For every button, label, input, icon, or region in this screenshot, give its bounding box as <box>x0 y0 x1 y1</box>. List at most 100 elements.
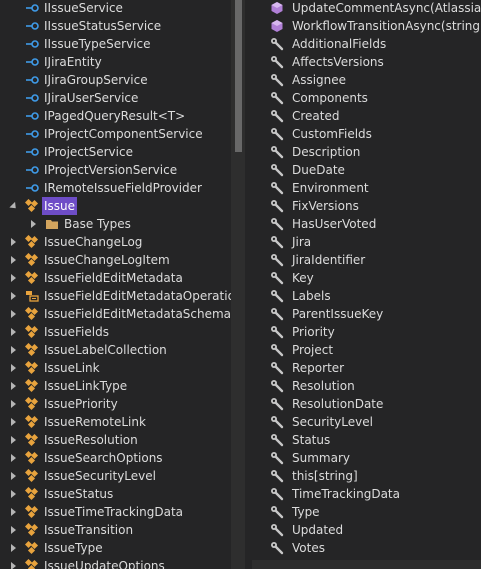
tree-node[interactable]: IProjectService <box>0 143 231 161</box>
member-property[interactable]: Project <box>252 341 481 359</box>
member-property[interactable]: this[string] <box>252 467 481 485</box>
expand-arrow-icon[interactable] <box>10 287 18 305</box>
member-property[interactable]: Updated <box>252 521 481 539</box>
expand-arrow-icon[interactable] <box>10 557 18 569</box>
member-property[interactable]: Reporter <box>252 359 481 377</box>
expand-arrow-icon[interactable] <box>10 431 18 449</box>
tree-node[interactable]: IssueChangeLogItem <box>0 251 231 269</box>
member-property[interactable]: Components <box>252 89 481 107</box>
tree-node-selected[interactable]: Issue <box>0 197 231 215</box>
member-property[interactable]: Votes <box>252 539 481 557</box>
expand-arrow-icon[interactable] <box>10 449 18 467</box>
tree-node[interactable]: IssueFieldEditMetadataOperation <box>0 287 231 305</box>
expand-arrow-icon[interactable] <box>10 539 18 557</box>
expand-arrow-icon[interactable] <box>10 395 18 413</box>
member-property[interactable]: Status <box>252 431 481 449</box>
member-property[interactable]: ResolutionDate <box>252 395 481 413</box>
member-property[interactable]: Environment <box>252 179 481 197</box>
collapse-arrow-icon[interactable] <box>9 197 19 215</box>
expand-arrow-icon[interactable] <box>10 251 18 269</box>
tree-node[interactable]: IJiraEntity <box>0 53 231 71</box>
member-property[interactable]: Summary <box>252 449 481 467</box>
member-property[interactable]: JiraIdentifier <box>252 251 481 269</box>
tree-node[interactable]: IssueUpdateOptions <box>0 557 231 569</box>
tree-node[interactable]: IPagedQueryResult<T> <box>0 107 231 125</box>
member-property[interactable]: Description <box>252 143 481 161</box>
expand-arrow-icon[interactable] <box>10 503 18 521</box>
member-property[interactable]: ParentIssueKey <box>252 305 481 323</box>
tree-node[interactable]: IssueLink <box>0 359 231 377</box>
member-property[interactable]: TimeTrackingData <box>252 485 481 503</box>
wrench-property-icon <box>270 487 284 501</box>
tree-node[interactable]: IssueFields <box>0 323 231 341</box>
expand-arrow-icon[interactable] <box>10 467 18 485</box>
tree-node[interactable]: IIssueStatusService <box>0 17 231 35</box>
tree-node[interactable]: IssueTimeTrackingData <box>0 503 231 521</box>
class-icon <box>24 432 39 447</box>
expand-arrow-icon[interactable] <box>10 341 18 359</box>
expand-arrow-icon[interactable] <box>10 233 18 251</box>
tree-node[interactable]: IssueType <box>0 539 231 557</box>
member-label: FixVersions <box>292 199 359 213</box>
tree-node[interactable]: IssueLinkType <box>0 377 231 395</box>
member-property[interactable]: AffectsVersions <box>252 53 481 71</box>
wrench-property-icon <box>270 343 284 357</box>
tree-node[interactable]: IssueLabelCollection <box>0 341 231 359</box>
tree-scrollbar-thumb[interactable] <box>235 0 242 152</box>
tree-node-label: IIssueStatusService <box>44 19 162 33</box>
expand-arrow-icon[interactable] <box>10 359 18 377</box>
member-property[interactable]: AdditionalFields <box>252 35 481 53</box>
tree-node[interactable]: IIssueService <box>0 0 231 17</box>
expand-arrow-icon[interactable] <box>10 269 18 287</box>
members-horizontal-scrollbar[interactable] <box>252 560 481 569</box>
member-property[interactable]: Labels <box>252 287 481 305</box>
type-tree-pane[interactable]: IIssueService IIssueStatusService IIssueTy… <box>0 0 231 569</box>
member-property[interactable]: Priority <box>252 323 481 341</box>
member-method[interactable]: UpdateCommentAsync(Atlassian.Jira <box>252 0 481 17</box>
member-property[interactable]: Jira <box>252 233 481 251</box>
tree-node[interactable]: IProjectVersionService <box>0 161 231 179</box>
tree-node[interactable]: Base Types <box>0 215 231 233</box>
tree-node[interactable]: IssueFieldEditMetadata <box>0 269 231 287</box>
tree-node[interactable]: IJiraUserService <box>0 89 231 107</box>
tree-node[interactable]: IssuePriority <box>0 395 231 413</box>
expand-arrow-icon[interactable] <box>10 323 18 341</box>
tree-node[interactable]: IssueFieldEditMetadataSchema <box>0 305 231 323</box>
member-method[interactable]: WorkflowTransitionAsync(string, Atl <box>252 17 481 35</box>
member-label: Created <box>292 109 340 123</box>
member-label: TimeTrackingData <box>292 487 400 501</box>
members-pane[interactable]: UpdateCommentAsync(Atlassian.Jira Workflo… <box>252 0 481 560</box>
member-property[interactable]: SecurityLevel <box>252 413 481 431</box>
tree-node[interactable]: IssueResolution <box>0 431 231 449</box>
expand-arrow-icon[interactable] <box>10 413 18 431</box>
tree-node[interactable]: IIssueTypeService <box>0 35 231 53</box>
class-icon <box>24 234 39 249</box>
member-property[interactable]: CustomFields <box>252 125 481 143</box>
member-property[interactable]: HasUserVoted <box>252 215 481 233</box>
interface-icon <box>25 1 39 15</box>
tree-node[interactable]: IssueChangeLog <box>0 233 231 251</box>
tree-node[interactable]: IRemoteIssueFieldProvider <box>0 179 231 197</box>
expand-arrow-icon[interactable] <box>10 377 18 395</box>
member-property[interactable]: Created <box>252 107 481 125</box>
tree-node[interactable]: IssueStatus <box>0 485 231 503</box>
expand-arrow-icon[interactable] <box>10 521 18 539</box>
tree-node[interactable]: IProjectComponentService <box>0 125 231 143</box>
tree-node[interactable]: IssueRemoteLink <box>0 413 231 431</box>
wrench-property-icon <box>270 289 284 303</box>
expand-arrow-icon[interactable] <box>10 485 18 503</box>
member-property[interactable]: Key <box>252 269 481 287</box>
tree-node[interactable]: IssueTransition <box>0 521 231 539</box>
tree-node[interactable]: IssueSearchOptions <box>0 449 231 467</box>
expand-arrow-icon[interactable] <box>30 215 38 233</box>
member-property[interactable]: Assignee <box>252 71 481 89</box>
member-property[interactable]: DueDate <box>252 161 481 179</box>
wrench-property-icon <box>270 469 284 483</box>
member-property[interactable]: Type <box>252 503 481 521</box>
expand-arrow-icon[interactable] <box>10 305 18 323</box>
tree-node[interactable]: IssueSecurityLevel <box>0 467 231 485</box>
member-label: Updated <box>292 523 344 537</box>
member-property[interactable]: FixVersions <box>252 197 481 215</box>
member-property[interactable]: Resolution <box>252 377 481 395</box>
tree-node[interactable]: IJiraGroupService <box>0 71 231 89</box>
